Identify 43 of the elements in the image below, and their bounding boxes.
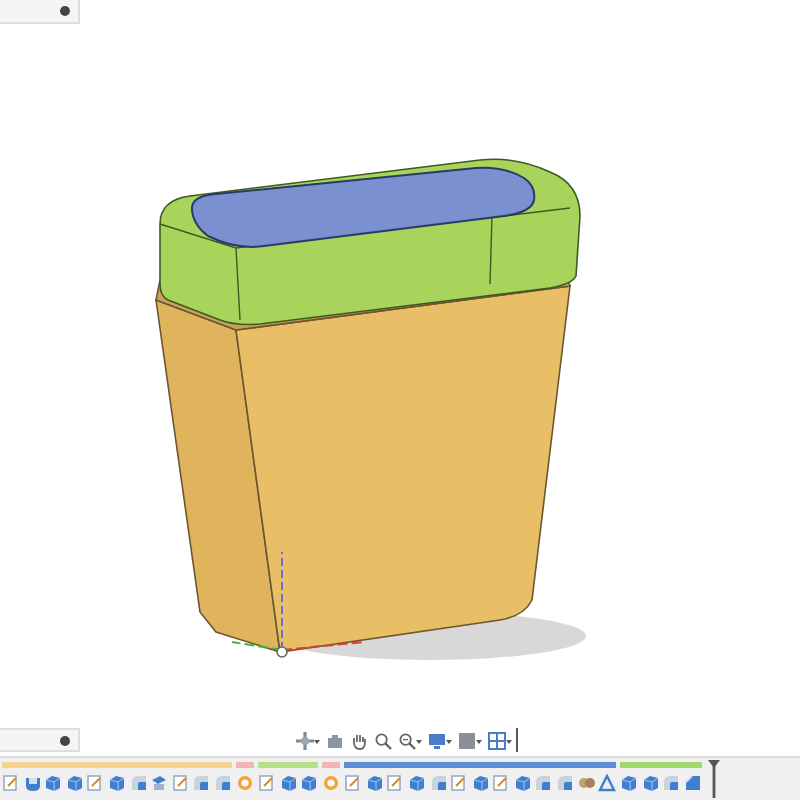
- extrude-feature-icon[interactable]: [44, 774, 63, 792]
- comments-panel[interactable]: [0, 728, 80, 752]
- combine-feature-icon[interactable]: [322, 774, 341, 792]
- fillet-feature-icon[interactable]: [534, 774, 553, 792]
- extrude-feature-icon[interactable]: [471, 774, 490, 792]
- fillet-feature-icon[interactable]: [192, 774, 211, 792]
- extrude-feature-icon[interactable]: [365, 774, 384, 792]
- fillet-feature-icon[interactable]: [213, 774, 232, 792]
- zoom-icon[interactable]: [372, 728, 394, 752]
- sketch-feature-icon[interactable]: [386, 774, 405, 792]
- draft-feature-icon[interactable]: [598, 774, 617, 792]
- chamfer-feature-icon[interactable]: [684, 774, 703, 792]
- fillet-feature-icon[interactable]: [429, 774, 447, 792]
- combine-feature-icon[interactable]: [235, 774, 254, 792]
- extrude-feature-icon[interactable]: [107, 774, 126, 792]
- grid-icon[interactable]: [486, 728, 514, 752]
- sketch-feature-icon[interactable]: [492, 774, 511, 792]
- fillet-feature-icon[interactable]: [129, 774, 148, 792]
- sketch-feature-icon[interactable]: [450, 774, 469, 792]
- sketch-feature-icon[interactable]: [344, 774, 363, 792]
- extrude-feature-icon[interactable]: [513, 774, 532, 792]
- origin-axes-drawing: [231, 551, 365, 658]
- sketch-feature-icon[interactable]: [257, 774, 276, 792]
- timeline-marker-icon[interactable]: [708, 758, 721, 798]
- fillet-feature-icon[interactable]: [662, 774, 681, 792]
- browser-panel[interactable]: [0, 0, 80, 24]
- visual-style-icon[interactable]: [456, 728, 484, 752]
- extrude-feature-icon[interactable]: [65, 774, 84, 792]
- extrude-feature-icon[interactable]: [300, 774, 319, 792]
- extrude-feature-icon[interactable]: [641, 774, 660, 792]
- fillet-feature-icon[interactable]: [556, 774, 575, 792]
- pattern-feature-icon[interactable]: [577, 774, 596, 792]
- display-icon[interactable]: [426, 728, 454, 752]
- extrude-feature-icon[interactable]: [407, 774, 426, 792]
- orbit-icon[interactable]: [294, 728, 322, 752]
- plane-feature-icon[interactable]: [150, 774, 169, 792]
- extrude-feature-icon[interactable]: [279, 774, 298, 792]
- sketch-feature-icon[interactable]: [171, 774, 190, 792]
- sketch-feature-icon[interactable]: [86, 774, 105, 792]
- zoom-window-icon[interactable]: [396, 728, 424, 752]
- shell-feature-icon[interactable]: [23, 774, 42, 792]
- extrude-feature-icon[interactable]: [620, 774, 639, 792]
- sketch-feature-icon[interactable]: [2, 774, 20, 792]
